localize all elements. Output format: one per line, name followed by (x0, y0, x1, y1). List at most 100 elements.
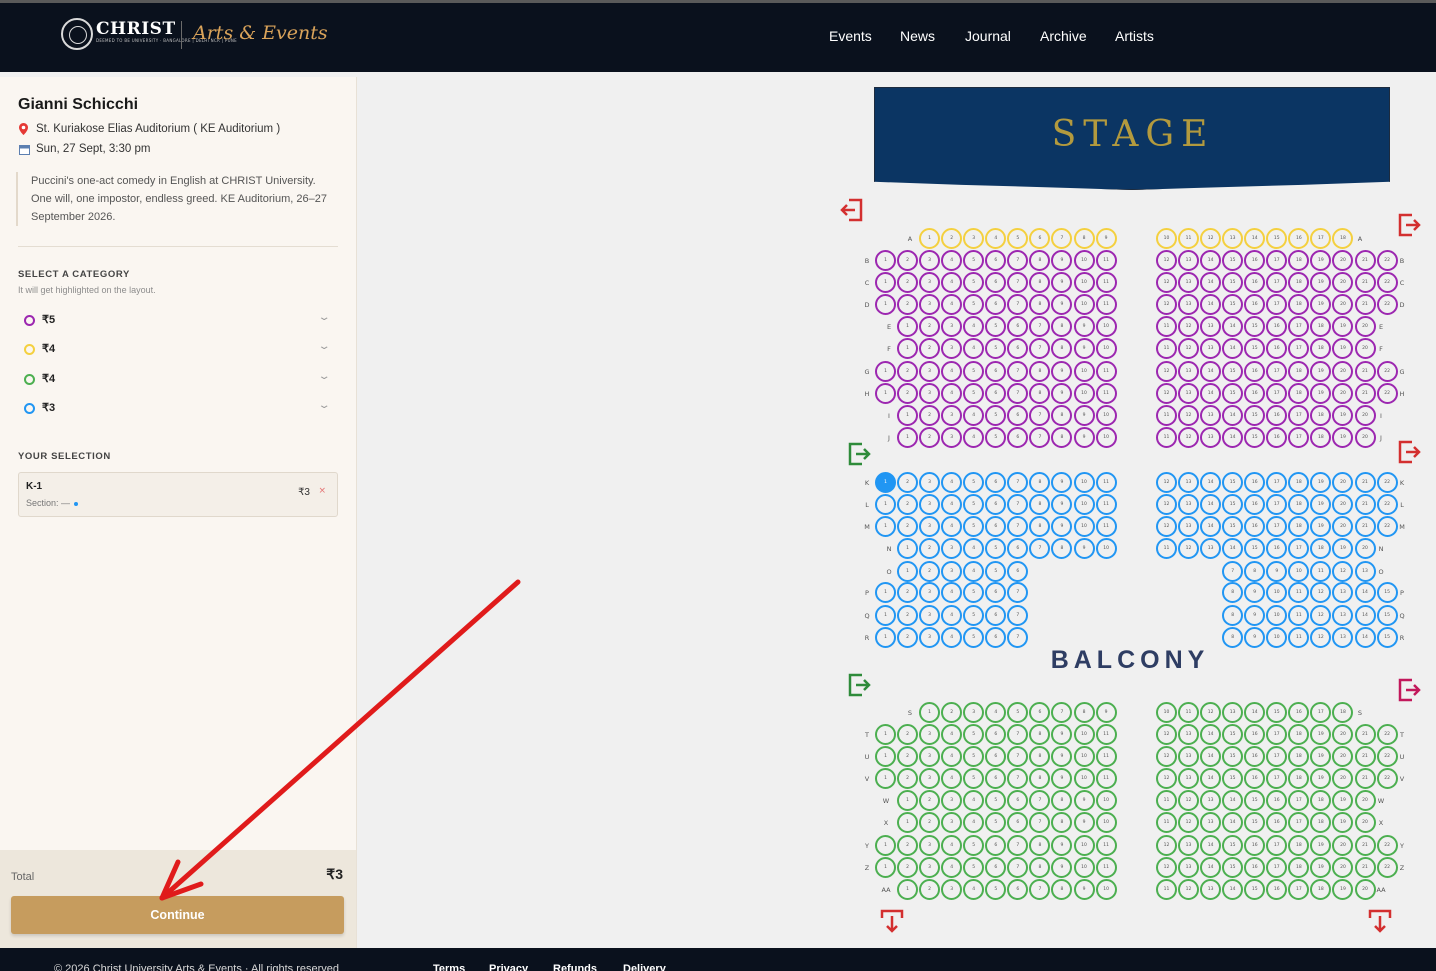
seat-s-1[interactable]: 1 (919, 702, 941, 723)
seat-b-1[interactable]: 1 (875, 250, 896, 271)
seat-i-11[interactable]: 11 (1156, 405, 1177, 426)
seat-e-17[interactable]: 17 (1288, 316, 1310, 337)
seat-l-10[interactable]: 10 (1073, 494, 1095, 515)
seat-c-11[interactable]: 11 (1095, 272, 1117, 293)
seat-x-18[interactable]: 18 (1310, 812, 1332, 833)
seat-t-11[interactable]: 11 (1095, 724, 1117, 745)
seat-q-10[interactable]: 10 (1266, 605, 1288, 626)
seat-u-9[interactable]: 9 (1051, 746, 1073, 767)
seat-x-14[interactable]: 14 (1222, 812, 1244, 833)
seat-j-15[interactable]: 15 (1244, 427, 1266, 448)
seat-g-5[interactable]: 5 (963, 361, 985, 382)
seat-s-6[interactable]: 6 (1029, 702, 1051, 723)
seat-d-18[interactable]: 18 (1288, 294, 1310, 315)
seat-i-3[interactable]: 3 (941, 405, 963, 426)
seat-o-9[interactable]: 9 (1266, 561, 1288, 582)
seat-u-14[interactable]: 14 (1200, 746, 1222, 767)
seat-z-13[interactable]: 13 (1178, 857, 1200, 878)
seat-a-16[interactable]: 16 (1288, 228, 1310, 249)
seat-z-1[interactable]: 1 (875, 857, 896, 878)
nav-artists[interactable]: Artists (1115, 28, 1154, 44)
seat-v-12[interactable]: 12 (1156, 768, 1177, 789)
seat-n-14[interactable]: 14 (1222, 538, 1244, 559)
seat-l-8[interactable]: 8 (1029, 494, 1051, 515)
seat-q-1[interactable]: 1 (875, 605, 896, 626)
seat-d-7[interactable]: 7 (1007, 294, 1029, 315)
seat-w-19[interactable]: 19 (1332, 790, 1354, 811)
seat-b-4[interactable]: 4 (941, 250, 963, 271)
seat-g-19[interactable]: 19 (1310, 361, 1332, 382)
seat-p-1[interactable]: 1 (875, 582, 896, 603)
seat-i-8[interactable]: 8 (1051, 405, 1073, 426)
seat-d-2[interactable]: 2 (897, 294, 919, 315)
seat-y-4[interactable]: 4 (941, 835, 963, 856)
seat-x-16[interactable]: 16 (1266, 812, 1288, 833)
seat-s-7[interactable]: 7 (1051, 702, 1073, 723)
seat-g-15[interactable]: 15 (1222, 361, 1244, 382)
seat-u-18[interactable]: 18 (1288, 746, 1310, 767)
seat-b-9[interactable]: 9 (1051, 250, 1073, 271)
seat-r-4[interactable]: 4 (941, 627, 963, 648)
seat-f-2[interactable]: 2 (919, 338, 941, 359)
seat-n-10[interactable]: 10 (1095, 538, 1117, 559)
seat-x-13[interactable]: 13 (1200, 812, 1222, 833)
seat-n-5[interactable]: 5 (985, 538, 1007, 559)
seat-b-19[interactable]: 19 (1310, 250, 1332, 271)
seat-l-9[interactable]: 9 (1051, 494, 1073, 515)
seat-w-5[interactable]: 5 (985, 790, 1007, 811)
seat-n-2[interactable]: 2 (919, 538, 941, 559)
seat-g-14[interactable]: 14 (1200, 361, 1222, 382)
seat-f-9[interactable]: 9 (1073, 338, 1095, 359)
seat-g-2[interactable]: 2 (897, 361, 919, 382)
seat-z-21[interactable]: 21 (1354, 857, 1376, 878)
seat-i-2[interactable]: 2 (919, 405, 941, 426)
seat-q-6[interactable]: 6 (985, 605, 1007, 626)
seat-a-5[interactable]: 5 (1007, 228, 1029, 249)
seat-c-4[interactable]: 4 (941, 272, 963, 293)
seat-c-19[interactable]: 19 (1310, 272, 1332, 293)
seat-k-21[interactable]: 21 (1354, 472, 1376, 493)
seat-w-2[interactable]: 2 (919, 790, 941, 811)
seat-n-3[interactable]: 3 (941, 538, 963, 559)
seat-c-18[interactable]: 18 (1288, 272, 1310, 293)
seat-d-14[interactable]: 14 (1200, 294, 1222, 315)
seat-p-9[interactable]: 9 (1244, 582, 1266, 603)
seat-e-13[interactable]: 13 (1200, 316, 1222, 337)
seat-i-19[interactable]: 19 (1332, 405, 1354, 426)
seat-k-12[interactable]: 12 (1156, 472, 1177, 493)
chevron-down-icon[interactable]: ⌄ (317, 341, 330, 352)
seat-l-18[interactable]: 18 (1288, 494, 1310, 515)
seat-c-21[interactable]: 21 (1354, 272, 1376, 293)
seat-f-6[interactable]: 6 (1007, 338, 1029, 359)
seat-e-10[interactable]: 10 (1095, 316, 1117, 337)
seat-d-9[interactable]: 9 (1051, 294, 1073, 315)
seat-j-4[interactable]: 4 (963, 427, 985, 448)
seat-r-7[interactable]: 7 (1007, 627, 1029, 648)
seat-d-20[interactable]: 20 (1332, 294, 1354, 315)
seat-q-9[interactable]: 9 (1244, 605, 1266, 626)
seat-a-15[interactable]: 15 (1266, 228, 1288, 249)
seat-w-13[interactable]: 13 (1200, 790, 1222, 811)
seat-r-13[interactable]: 13 (1332, 627, 1354, 648)
seat-n-9[interactable]: 9 (1073, 538, 1095, 559)
category-row-green[interactable]: ₹4 ⌄ (18, 369, 336, 391)
seat-aa-5[interactable]: 5 (985, 879, 1007, 900)
seat-r-12[interactable]: 12 (1310, 627, 1332, 648)
seat-x-1[interactable]: 1 (897, 812, 919, 833)
nav-news[interactable]: News (900, 28, 935, 44)
seat-p-13[interactable]: 13 (1332, 582, 1354, 603)
seat-x-2[interactable]: 2 (919, 812, 941, 833)
seat-a-9[interactable]: 9 (1095, 228, 1117, 249)
seat-q-2[interactable]: 2 (897, 605, 919, 626)
seat-y-14[interactable]: 14 (1200, 835, 1222, 856)
seat-k-17[interactable]: 17 (1266, 472, 1288, 493)
seat-v-18[interactable]: 18 (1288, 768, 1310, 789)
seat-x-19[interactable]: 19 (1332, 812, 1354, 833)
seat-o-4[interactable]: 4 (963, 561, 985, 582)
seat-e-18[interactable]: 18 (1310, 316, 1332, 337)
seat-z-11[interactable]: 11 (1095, 857, 1117, 878)
seat-o-12[interactable]: 12 (1332, 561, 1354, 582)
seat-v-10[interactable]: 10 (1073, 768, 1095, 789)
seat-h-7[interactable]: 7 (1007, 383, 1029, 404)
seat-x-11[interactable]: 11 (1156, 812, 1177, 833)
